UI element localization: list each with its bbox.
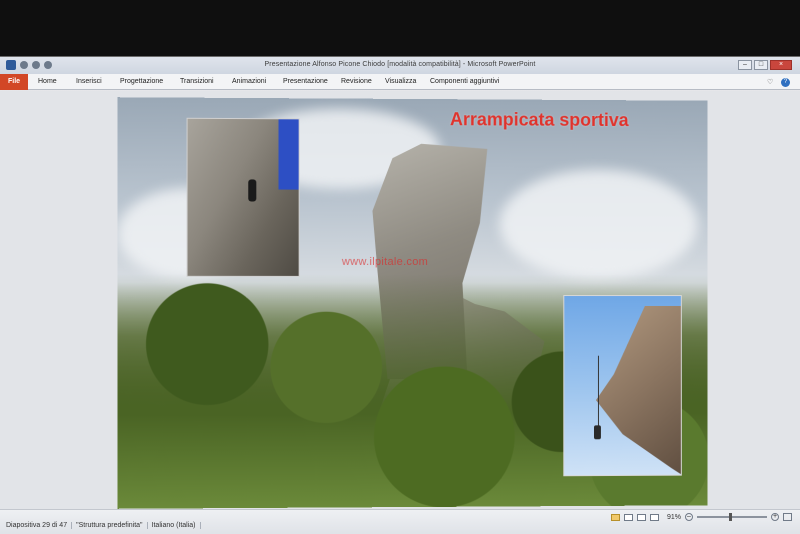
sky-strip (278, 119, 299, 190)
tab-file[interactable]: File (0, 74, 28, 90)
title-bar: Presentazione Alfonso Picone Chiodo [mod… (0, 57, 800, 74)
cloud (499, 169, 698, 280)
ribbon-tabs: File Home Inserisci Progettazione Transi… (0, 74, 800, 90)
window-title: Presentazione Alfonso Picone Chiodo [mod… (264, 61, 536, 68)
zoom-level[interactable]: 91% (667, 514, 681, 521)
tab-progettazione[interactable]: Progettazione (120, 78, 163, 85)
tab-presentazione[interactable]: Presentazione (283, 78, 328, 85)
normal-view-icon[interactable] (610, 513, 620, 521)
zoom-out-icon[interactable]: – (685, 513, 693, 521)
tab-inserisci[interactable]: Inserisci (76, 78, 102, 85)
ribbon-right-controls: ♡ ? (767, 78, 790, 87)
help-icon[interactable]: ? (781, 78, 790, 87)
language-indicator[interactable]: Italiano (Italia) (148, 522, 201, 529)
cliff-overhang (596, 306, 682, 476)
tab-revisione[interactable]: Revisione (341, 78, 372, 85)
inset-photo-climber-wall[interactable] (186, 117, 300, 277)
tab-transizioni[interactable]: Transizioni (180, 78, 214, 85)
status-bar: Diapositiva 29 di 47 "Struttura predefin… (0, 509, 800, 534)
window-controls: – □ × (738, 60, 792, 70)
slide-title: Arrampicata sportiva (449, 109, 629, 131)
slide-sorter-view-icon[interactable] (623, 513, 633, 521)
maximize-button[interactable]: □ (754, 60, 768, 70)
zoom-in-icon[interactable]: + (771, 513, 779, 521)
tab-componenti-aggiuntivi[interactable]: Componenti aggiuntivi (430, 78, 499, 85)
climber-figure (248, 179, 257, 202)
reading-view-icon[interactable] (636, 513, 646, 521)
slide-workspace: Arrampicata sportiva www.ilpitale.com (0, 91, 800, 509)
zoom-slider[interactable] (697, 513, 767, 521)
projected-screen: Presentazione Alfonso Picone Chiodo [mod… (0, 56, 800, 534)
tab-animazioni[interactable]: Animazioni (232, 78, 266, 85)
minimize-button[interactable]: – (738, 60, 752, 70)
tab-visualizza[interactable]: Visualizza (385, 78, 416, 85)
fit-to-window-icon[interactable] (783, 513, 792, 521)
rope (597, 355, 599, 436)
zoom-slider-thumb[interactable] (729, 513, 732, 521)
slide-canvas[interactable]: Arrampicata sportiva www.ilpitale.com (117, 97, 708, 509)
status-left: Diapositiva 29 di 47 "Struttura predefin… (2, 522, 201, 529)
theme-name[interactable]: "Struttura predefinita" (72, 522, 148, 529)
climber-figure (594, 425, 601, 440)
close-button[interactable]: × (770, 60, 792, 70)
inset-photo-rappel[interactable] (563, 295, 682, 477)
slide-counter: Diapositiva 29 di 47 (2, 522, 73, 529)
status-right: 91% – + (610, 513, 792, 521)
minimize-ribbon-icon[interactable]: ♡ (767, 79, 775, 87)
tab-home[interactable]: Home (38, 78, 57, 85)
slideshow-view-icon[interactable] (649, 513, 659, 521)
watermark: www.ilpitale.com (341, 255, 429, 269)
